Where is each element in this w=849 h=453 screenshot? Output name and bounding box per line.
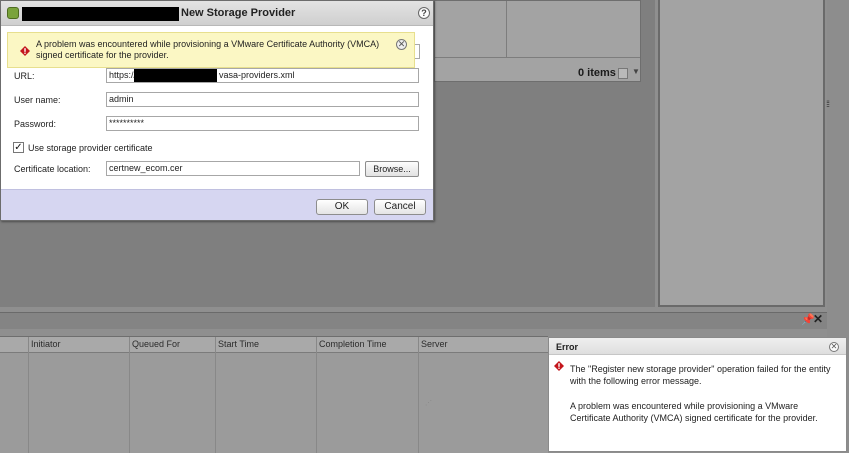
redacted-text [134,69,217,82]
error-icon [20,46,30,56]
url-label: URL: [14,71,35,81]
url-prefix: https:// [109,70,137,80]
items-count: 0 items [578,67,616,79]
browse-button[interactable]: Browse... [365,161,419,177]
panel-resize-grip-icon[interactable]: ⁞⁞ [826,99,830,109]
cancel-button[interactable]: Cancel [374,199,426,215]
column-header-completion-time[interactable]: Completion Time [319,339,387,349]
error-popup-message: The "Register new storage provider" oper… [570,364,831,386]
error-popup-detail: A problem was encountered while provisio… [570,401,818,423]
help-icon[interactable]: ? [418,7,430,19]
ok-button[interactable]: OK [316,199,368,215]
redacted-text [22,7,179,21]
dialog-title: New Storage Provider [181,7,296,19]
column-header-start-time[interactable]: Start Time [218,339,259,349]
chevron-down-icon[interactable]: ▼ [632,67,640,76]
name-field[interactable] [415,44,420,59]
banner-message: A problem was encountered while provisio… [36,39,380,60]
right-side-panel [658,0,825,307]
recent-tasks-table: Initiator Queued For Start Time Completi… [0,336,548,453]
export-icon[interactable] [618,68,628,79]
username-input[interactable]: admin [106,92,419,107]
column-header-queued-for[interactable]: Queued For [132,339,180,349]
error-popup-header: Error ✕ [549,338,846,355]
column-header-server[interactable]: Server [421,339,448,349]
error-popup-title: Error [556,342,579,352]
url-suffix: vasa-providers.xml [219,70,295,80]
close-icon[interactable]: ✕ [829,342,839,352]
certificate-location-input[interactable]: certnew_ecom.cer [106,161,360,176]
username-label: User name: [14,95,61,105]
close-icon[interactable]: ✕ [396,39,407,50]
app-logo-icon [7,7,19,19]
new-storage-provider-dialog: New Storage Provider ? A problem was enc… [0,0,434,407]
url-input[interactable]: https:// vasa-providers.xml [106,68,419,83]
error-banner: A problem was encountered while provisio… [7,32,415,68]
password-input[interactable]: ********** [106,116,419,131]
resize-grip-icon[interactable]: ⋰ [425,399,432,407]
certificate-location-label: Certificate location: [14,164,91,174]
dialog-footer: OK Cancel ⋰ [1,189,433,407]
dialog-titlebar[interactable]: New Storage Provider ? [1,1,433,26]
error-icon [554,361,564,371]
use-certificate-label[interactable]: Use storage provider certificate [28,143,153,153]
use-certificate-checkbox[interactable]: ✓ [13,142,24,153]
password-label: Password: [14,119,57,129]
column-header-initiator[interactable]: Initiator [31,339,61,349]
recent-tasks-header [0,312,827,329]
table-header: Initiator Queued For Start Time Completi… [0,337,548,353]
close-icon[interactable]: ✕ [813,312,823,326]
error-notification-popup: Error ✕ The "Register new storage provid… [548,337,847,452]
